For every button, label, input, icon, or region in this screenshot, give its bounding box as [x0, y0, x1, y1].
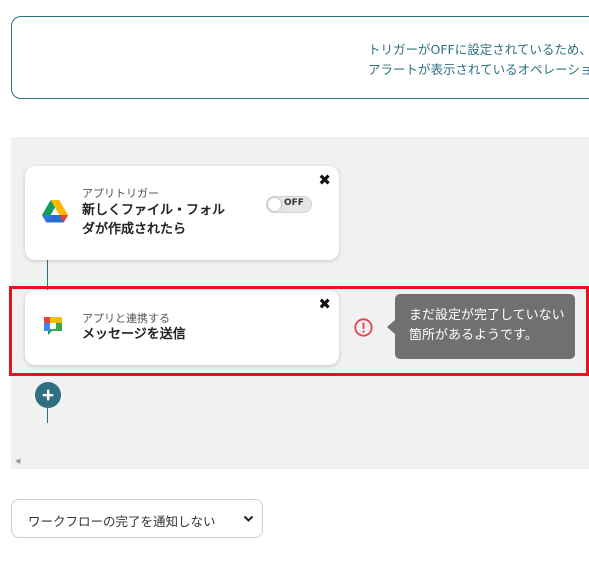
operation-card[interactable]: アプリと連携する メッセージを送信 ✖ [25, 290, 339, 365]
scroll-left-arrow[interactable]: ◀ [15, 457, 20, 465]
notice-line-1: トリガーがOFFに設定されているため、 [368, 42, 589, 57]
plus-icon [42, 389, 54, 401]
flow-connector [47, 407, 48, 423]
google-drive-icon [42, 200, 68, 223]
add-operation-button[interactable] [35, 382, 61, 408]
close-icon[interactable]: ✖ [318, 171, 331, 189]
flow-canvas[interactable]: アプリトリガー 新しくファイル・フォルダが作成されたら OFF ✖ アプリと連携… [11, 137, 589, 469]
trigger-type-label: アプリトリガー [82, 187, 159, 200]
trigger-title: 新しくファイル・フォルダが作成されたら [82, 203, 226, 237]
close-icon[interactable]: ✖ [318, 295, 331, 313]
tooltip-line-2: 箇所があるようです。 [409, 328, 538, 343]
trigger-toggle[interactable]: OFF [266, 196, 312, 213]
workflow-notify-select[interactable]: ワークフローの完了を通知しない [11, 499, 263, 538]
operation-type-label: アプリと連携する [82, 312, 170, 325]
warning-tooltip: まだ設定が完了していない 箇所があるようです。 [387, 294, 575, 359]
select-value: ワークフローの完了を通知しない [28, 514, 216, 529]
toggle-knob [268, 198, 281, 211]
toggle-state-label: OFF [284, 198, 304, 208]
notice-line-2: アラートが表示されているオペレーショ [368, 62, 589, 77]
trigger-card[interactable]: アプリトリガー 新しくファイル・フォルダが作成されたら OFF ✖ [25, 166, 339, 260]
operation-title: メッセージを送信 [82, 327, 186, 342]
trigger-off-notice: トリガーがOFFに設定されているため、 アラートが表示されているオペレーショ [11, 16, 589, 99]
tooltip-line-1: まだ設定が完了していない [409, 308, 565, 323]
warning-icon[interactable] [354, 318, 373, 337]
google-chat-icon [44, 317, 62, 335]
flow-connector [47, 260, 48, 290]
chevron-down-icon [243, 515, 254, 522]
